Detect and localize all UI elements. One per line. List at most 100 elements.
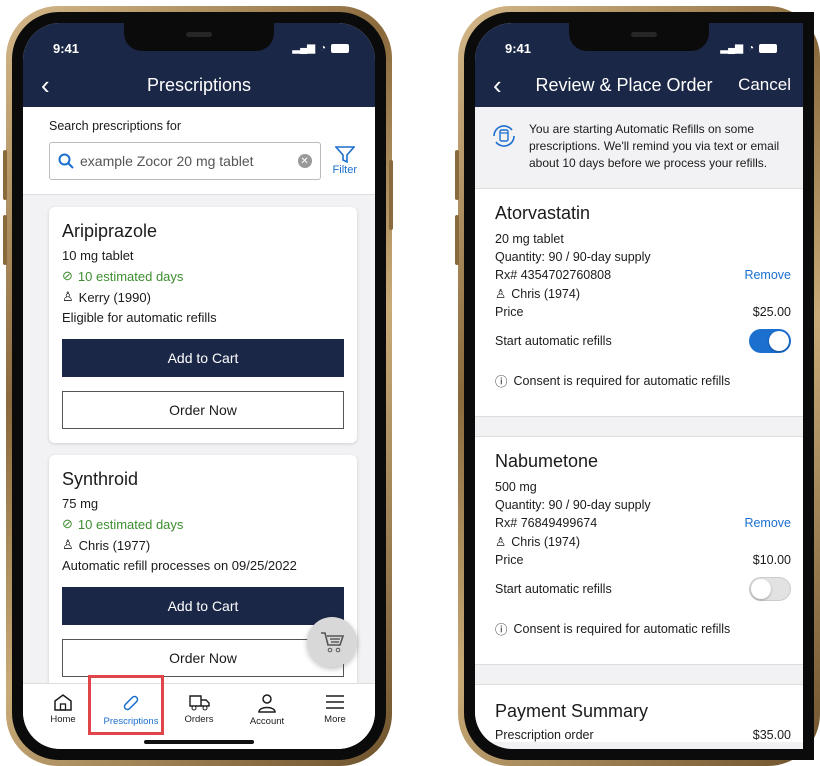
back-icon[interactable]: ‹ <box>41 72 50 98</box>
cancel-button[interactable]: Cancel <box>738 75 791 95</box>
patient-row: ♙ Chris (1974) <box>495 286 791 302</box>
phone-side-button <box>3 215 7 265</box>
tab-home[interactable]: Home <box>29 684 97 749</box>
patient-name: Chris (1974) <box>511 534 580 549</box>
refill-note: Eligible for automatic refills <box>62 310 217 325</box>
drug-dose: 10 mg tablet <box>62 248 134 263</box>
search-section: Search prescriptions for ✕ Filter <box>23 107 375 195</box>
estimated-days-text: 10 estimated days <box>77 268 184 284</box>
notch <box>124 23 274 51</box>
payment-row: Prescription order $35.00 <box>495 728 791 742</box>
estimated-days: ⊘ 10 estimated days <box>62 268 344 284</box>
drug-name: Synthroid <box>62 469 139 489</box>
cart-icon <box>321 632 345 653</box>
prescription-card: Aripiprazole 10 mg tablet ⊘ 10 estimated… <box>49 207 357 443</box>
header: 9:41 ▂▄▆ ◔ ‹ Prescriptions <box>23 23 375 107</box>
consent-text: Consent is required for automatic refill… <box>513 621 731 636</box>
status-icons: ▂▄▆ ◔ <box>720 43 777 54</box>
filter-label: Filter <box>332 164 357 176</box>
quantity-row: Quantity: 90 / 90-day supply <box>495 250 791 264</box>
tab-more[interactable]: More <box>301 684 369 749</box>
clear-icon[interactable]: ✕ <box>297 154 312 168</box>
patient: ♙ Chris (1977) <box>62 537 344 553</box>
battery-icon <box>331 43 349 53</box>
home-indicator <box>144 740 254 744</box>
remove-link[interactable]: Remove <box>744 516 791 530</box>
section-gap <box>475 665 803 685</box>
person-icon: ♙ <box>495 535 507 549</box>
order-item: Nabumetone 500 mg Quantity: 90 / 90-day … <box>475 437 803 665</box>
page-title: Prescriptions <box>146 74 252 95</box>
status-time: 9:41 <box>53 40 80 56</box>
info-icon: ⓘ <box>495 375 508 389</box>
phone-prescriptions: 9:41 ▂▄▆ ◔ ‹ Prescriptions Search prescr… <box>6 6 392 766</box>
notch <box>569 23 709 51</box>
quantity-row: Quantity: 90 / 90-day supply <box>495 498 791 512</box>
patient: ♙ Kerry (1990) <box>62 289 344 305</box>
menu-icon <box>326 695 344 709</box>
consent-text: Consent is required for automatic refill… <box>513 373 731 388</box>
remove-link[interactable]: Remove <box>744 268 791 282</box>
auto-refill-label: Start automatic refills <box>495 582 612 596</box>
auto-refill-row: Start automatic refills <box>495 577 791 601</box>
drug-name: Nabumetone <box>495 451 599 471</box>
patient-name: Kerry (1990) <box>78 289 151 305</box>
add-to-cart-button[interactable]: Add to Cart <box>62 587 344 625</box>
cart-fab-button[interactable] <box>307 617 357 667</box>
page-title: Review & Place Order <box>535 74 713 95</box>
order-item: Atorvastatin 20 mg tablet Quantity: 90 /… <box>475 189 803 417</box>
search-box[interactable]: ✕ <box>49 142 321 180</box>
auto-refill-label: Start automatic refills <box>495 334 612 348</box>
nav-bar: ‹ Review & Place Order Cancel <box>475 63 803 107</box>
wifi-icon: ◔ <box>319 42 326 54</box>
payment-summary: Payment Summary Prescription order $35.0… <box>475 685 803 742</box>
price-label: Price <box>495 553 524 567</box>
filter-button[interactable]: Filter <box>333 146 357 176</box>
payment-summary-title: Payment Summary <box>495 701 649 721</box>
check-circle-icon: ⊘ <box>62 516 73 531</box>
phone-screen: 9:41 ▂▄▆ ◔ ‹ Prescriptions Search prescr… <box>23 23 375 749</box>
rx-number: Rx# 76849499674 <box>495 516 598 530</box>
drug-dose: 20 mg tablet <box>495 232 564 246</box>
status-time: 9:41 <box>505 40 532 56</box>
drug-name: Atorvastatin <box>495 203 591 223</box>
check-circle-icon: ⊘ <box>62 268 73 283</box>
quantity: Quantity: 90 / 90-day supply <box>495 250 651 264</box>
estimated-days-text: 10 estimated days <box>77 516 184 532</box>
tab-label: Account <box>249 716 285 727</box>
section-gap <box>475 417 803 437</box>
info-icon: ⓘ <box>495 623 508 637</box>
auto-refill-toggle[interactable] <box>749 329 791 353</box>
filter-icon <box>334 146 355 164</box>
wifi-icon: ◔ <box>747 42 754 54</box>
back-icon[interactable]: ‹ <box>493 72 502 98</box>
phone-side-button <box>455 215 459 265</box>
price-value: $25.00 <box>752 305 791 319</box>
add-to-cart-button[interactable]: Add to Cart <box>62 339 344 377</box>
search-row: ✕ Filter <box>49 142 357 180</box>
search-input[interactable] <box>80 153 298 169</box>
tab-label: More <box>324 714 346 725</box>
toggle-knob <box>769 331 789 351</box>
person-icon: ♙ <box>62 537 74 552</box>
patient-row: ♙ Chris (1974) <box>495 534 791 550</box>
tab-label: Home <box>50 714 76 725</box>
price-value: $10.00 <box>752 553 791 567</box>
rx-row: Rx# 76849499674 Remove <box>495 516 791 530</box>
order-now-button[interactable]: Order Now <box>62 391 344 429</box>
consent-row: ⓘ Consent is required for automatic refi… <box>495 619 791 638</box>
drug-name: Aripiprazole <box>62 221 158 241</box>
signal-icon: ▂▄▆ <box>720 42 743 54</box>
drug-dose: 500 mg <box>495 480 537 494</box>
estimated-days: ⊘ 10 estimated days <box>62 516 344 532</box>
auto-refill-toggle[interactable] <box>749 577 791 601</box>
person-icon: ♙ <box>495 287 507 301</box>
phone-bezel: 9:41 ▂▄▆ ◔ ‹ Review & Place Order Cancel… <box>464 12 814 760</box>
drug-dose-row: 20 mg tablet <box>495 232 791 246</box>
drug-dose: 75 mg <box>62 496 99 511</box>
order-now-button[interactable]: Order Now <box>62 639 344 677</box>
phone-bezel: 9:41 ▂▄▆ ◔ ‹ Prescriptions Search prescr… <box>12 12 386 760</box>
bottom-tab-bar: Home Prescriptions Orders Account More <box>23 683 375 749</box>
patient-name: Chris (1974) <box>511 286 580 301</box>
auto-refill-row: Start automatic refills <box>495 329 791 353</box>
